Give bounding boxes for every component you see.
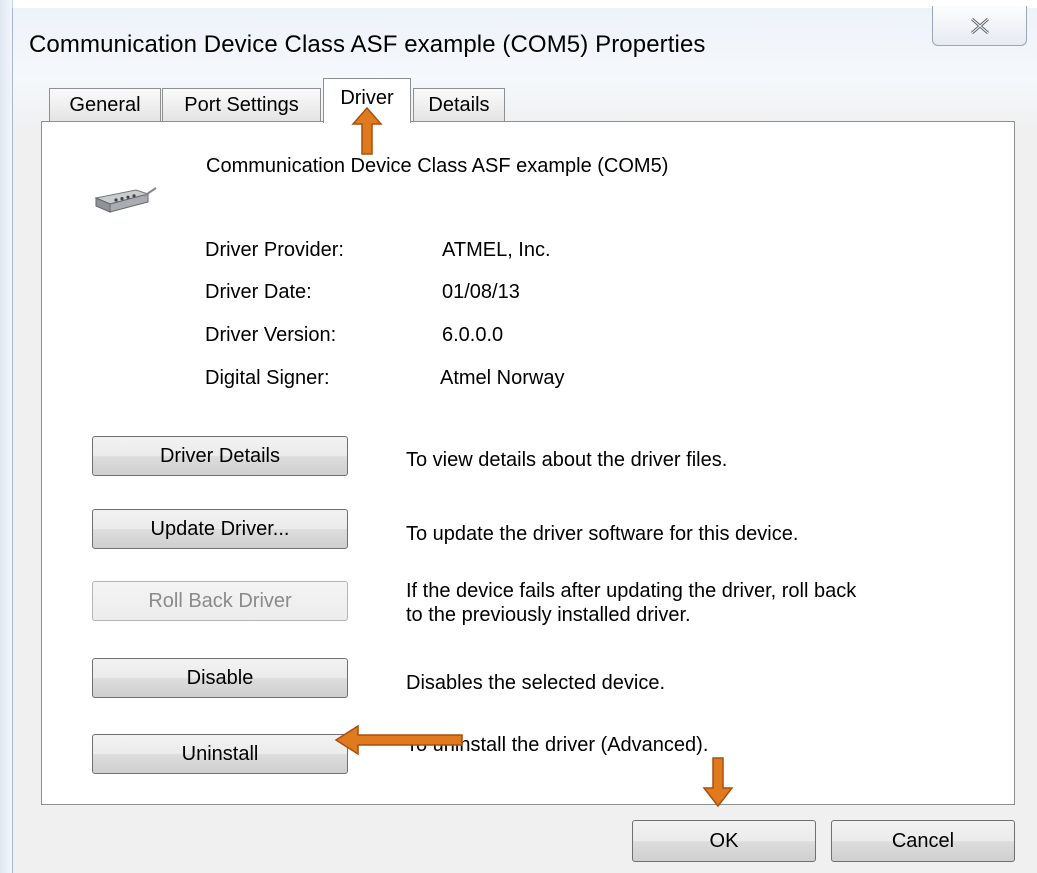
arrow-to-ok bbox=[702, 757, 734, 808]
roll-back-driver-button[interactable]: Roll Back Driver bbox=[92, 581, 348, 621]
window-title: Communication Device Class ASF example (… bbox=[29, 31, 706, 58]
tab-general[interactable]: General bbox=[49, 88, 161, 122]
driver-date-label: Driver Date: bbox=[205, 281, 312, 303]
update-driver-button[interactable]: Update Driver... bbox=[92, 509, 348, 549]
driver-version-value: 6.0.0.0 bbox=[442, 324, 504, 346]
arrow-up-icon bbox=[351, 106, 383, 155]
driver-provider-label: Driver Provider: bbox=[205, 239, 344, 261]
driver-version-label: Driver Version: bbox=[205, 324, 337, 346]
driver-details-button[interactable]: Driver Details bbox=[92, 436, 348, 476]
device-name: Communication Device Class ASF example (… bbox=[206, 155, 669, 177]
cancel-button[interactable]: Cancel bbox=[831, 820, 1015, 862]
driver-date-value: 01/08/13 bbox=[442, 281, 520, 303]
arrow-to-uninstall bbox=[334, 724, 463, 756]
driver-tab-panel: Communication Device Class ASF example (… bbox=[41, 121, 1015, 805]
ok-button[interactable]: OK bbox=[632, 820, 816, 862]
digital-signer-value: Atmel Norway bbox=[440, 367, 565, 389]
arrow-down-icon bbox=[702, 757, 734, 808]
close-icon bbox=[970, 17, 989, 34]
tab-port-settings[interactable]: Port Settings bbox=[162, 88, 321, 122]
roll-back-description-line-2: to the previously installed driver. bbox=[406, 604, 691, 626]
arrow-to-driver-tab bbox=[351, 106, 383, 155]
disable-description: Disables the selected device. bbox=[406, 672, 666, 694]
close-button[interactable] bbox=[932, 6, 1027, 46]
properties-dialog: Communication Device Class ASF example (… bbox=[12, 6, 1037, 873]
driver-provider-value: ATMEL, Inc. bbox=[442, 239, 551, 261]
disable-button[interactable]: Disable bbox=[92, 658, 348, 698]
roll-back-description-line-1: If the device fails after updating the d… bbox=[406, 580, 857, 602]
roll-back-driver-description: If the device fails after updating the d… bbox=[406, 579, 856, 627]
update-driver-description: To update the driver software for this d… bbox=[406, 523, 799, 545]
driver-details-description: To view details about the driver files. bbox=[406, 449, 728, 471]
digital-signer-label: Digital Signer: bbox=[205, 367, 330, 389]
serial-port-connector-icon bbox=[94, 187, 157, 213]
tab-details[interactable]: Details bbox=[413, 88, 505, 122]
uninstall-button[interactable]: Uninstall bbox=[92, 734, 348, 774]
arrow-left-icon bbox=[334, 724, 463, 756]
